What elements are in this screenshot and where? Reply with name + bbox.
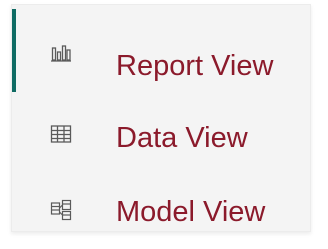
view-switcher-panel: Report View Data View Model View xyxy=(11,4,311,232)
data-view-icon xyxy=(50,125,72,143)
report-view-label: Report View xyxy=(116,50,274,82)
active-view-indicator xyxy=(12,9,16,92)
model-view-icon xyxy=(50,199,72,221)
model-view-item[interactable]: Model View xyxy=(12,153,310,228)
data-view-item[interactable]: Data View xyxy=(12,81,310,154)
model-view-label: Model View xyxy=(116,196,266,228)
data-view-label: Data View xyxy=(116,122,248,154)
screenshot-frame: Report View Data View Model View xyxy=(0,0,328,249)
report-view-item[interactable]: Report View xyxy=(12,5,310,92)
report-view-icon xyxy=(51,45,71,62)
